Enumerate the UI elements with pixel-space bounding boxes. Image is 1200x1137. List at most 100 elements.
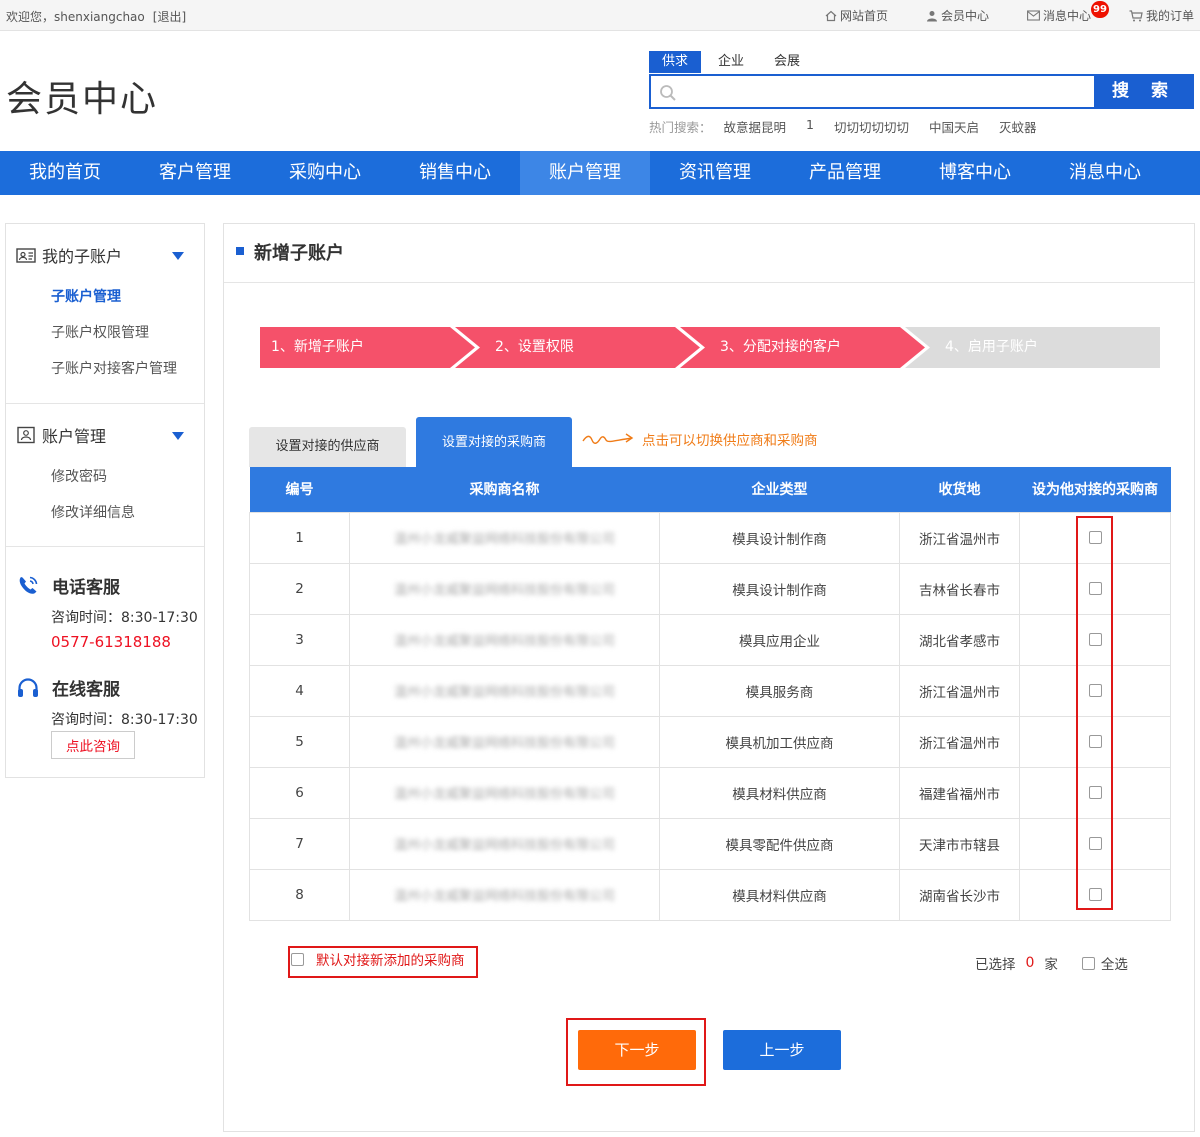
member-center-link[interactable]: 会员中心: [926, 7, 989, 24]
company-type: 模具设计制作商: [659, 562, 900, 615]
nav-sales[interactable]: 销售中心: [390, 151, 520, 195]
curly-arrow-icon: [582, 433, 634, 444]
nav-products[interactable]: 产品管理: [780, 151, 910, 195]
message-center-link[interactable]: 消息中心 99: [1027, 1, 1109, 24]
step-3: 3、分配对接的客户: [720, 339, 841, 355]
phone-number: 0577-61318188: [51, 633, 171, 651]
previous-step-button[interactable]: 上一步: [723, 1030, 841, 1070]
table-row: 6 温州小龙威聚益网络科技股份有限公司 模具材料供应商 福建省福州市: [249, 766, 1171, 819]
column-header: 编号: [249, 467, 350, 512]
buyer-name-cell: 温州小龙威聚益网络科技股份有限公司: [349, 664, 660, 717]
page-title: 新增子账户: [254, 243, 344, 264]
top-bar: 欢迎您，shenxiangchao [退出] 网站首页 会员中心 消息中心 99 …: [0, 0, 1200, 31]
search-input[interactable]: [649, 74, 1095, 109]
row-number: 1: [249, 511, 350, 564]
online-service-title: 在线客服: [16, 675, 120, 700]
select-all-label: 全选: [1100, 957, 1128, 973]
search-tab-supply[interactable]: 供求: [649, 51, 702, 73]
selected-suffix: 家: [1044, 957, 1058, 973]
buyer-name-cell: 温州小龙威聚益网络科技股份有限公司: [349, 562, 660, 615]
sidebar-group-header[interactable]: 我的子账户: [16, 244, 122, 266]
select-all[interactable]: 全选: [1081, 953, 1128, 973]
customer-service: 电话客服 咨询时间：8:30-17:30 0577-61318188 在线客服 …: [6, 547, 204, 777]
home-icon: [825, 10, 837, 21]
delivery-location: 浙江省温州市: [899, 664, 1020, 717]
buyer-name-cell: 温州小龙威聚益网络科技股份有限公司: [349, 766, 660, 819]
sidebar-item-change-password[interactable]: 修改密码: [51, 466, 107, 486]
site-home-link[interactable]: 网站首页: [825, 7, 888, 24]
sidebar-item-subaccount-customers[interactable]: 子账户对接客户管理: [51, 358, 177, 378]
logout-link[interactable]: [退出]: [153, 10, 186, 24]
search-tab-company[interactable]: 企业: [705, 51, 757, 73]
nav-blog[interactable]: 博客中心: [910, 151, 1040, 195]
company-type: 模具应用企业: [659, 613, 900, 666]
nav-news[interactable]: 资讯管理: [650, 151, 780, 195]
nav-customer[interactable]: 客户管理: [130, 151, 260, 195]
nav-messages[interactable]: 消息中心: [1040, 151, 1170, 195]
tab-hint-text: 点击可以切换供应商和采购商: [642, 433, 818, 449]
consult-button[interactable]: 点此咨询: [51, 731, 135, 759]
mail-icon: [1027, 10, 1040, 21]
column-header: 收货地: [899, 467, 1020, 512]
buyer-name-cell: 温州小龙威聚益网络科技股份有限公司: [349, 511, 660, 564]
company-type: 模具零配件供应商: [659, 817, 900, 870]
delivery-location: 湖北省孝感市: [899, 613, 1020, 666]
buyer-name-cell: 温州小龙威聚益网络科技股份有限公司: [349, 715, 660, 768]
hot-search-label: 热门搜索：: [649, 120, 712, 135]
expand-arrow-icon[interactable]: [172, 252, 184, 260]
hot-keyword[interactable]: 灭蚊器: [999, 117, 1037, 136]
sidebar: 我的子账户 子账户管理 子账户权限管理 子账户对接客户管理 账户管理 修改密码 …: [5, 223, 205, 778]
welcome-text: 欢迎您，shenxiangchao [退出]: [6, 8, 186, 25]
table-row: 2 温州小龙威聚益网络科技股份有限公司 模具设计制作商 吉林省长春市: [249, 562, 1171, 615]
phone-service-title: 电话客服: [16, 573, 120, 598]
buyer-name-cell: 温州小龙威聚益网络科技股份有限公司: [349, 613, 660, 666]
company-type: 模具机加工供应商: [659, 715, 900, 768]
buyer-table: 编号 采购商名称 企业类型 收货地 设为他对接的采购商 1 温州小龙威聚益网络科…: [249, 467, 1171, 921]
select-all-checkbox[interactable]: [1081, 956, 1095, 970]
sidebar-item-subaccount-manage[interactable]: 子账户管理: [51, 286, 121, 306]
buyer-name: 温州小龙威聚益网络科技股份有限公司: [393, 889, 615, 904]
sidebar-group-title: 我的子账户: [42, 247, 123, 266]
my-orders-label: 我的订单: [1145, 9, 1194, 23]
online-service-label: 在线客服: [52, 680, 120, 700]
sidebar-item-subaccount-permission[interactable]: 子账户权限管理: [51, 322, 149, 342]
table-header-row: 编号 采购商名称 企业类型 收货地 设为他对接的采购商: [249, 467, 1171, 512]
sidebar-item-edit-details[interactable]: 修改详细信息: [51, 502, 135, 522]
sidebar-group-header[interactable]: 账户管理: [16, 424, 106, 446]
tab-buyers[interactable]: 设置对接的采购商: [416, 417, 572, 467]
nav-account[interactable]: 账户管理: [520, 151, 650, 195]
hot-keyword[interactable]: 中国天启: [929, 117, 979, 136]
hot-keyword[interactable]: 1: [806, 117, 814, 136]
user-icon: [926, 10, 937, 21]
buyer-name: 温州小龙威聚益网络科技股份有限公司: [393, 787, 615, 802]
row-number: 7: [249, 817, 350, 870]
next-step-button[interactable]: 下一步: [578, 1030, 696, 1070]
phone-service-label: 电话客服: [52, 578, 120, 598]
expand-arrow-icon[interactable]: [172, 432, 184, 440]
hot-keyword[interactable]: 切切切切切切: [834, 117, 909, 136]
nav-purchase[interactable]: 采购中心: [260, 151, 390, 195]
phone-icon: [19, 576, 38, 594]
delivery-location: 浙江省温州市: [899, 715, 1020, 768]
buyer-name: 温州小龙威聚益网络科技股份有限公司: [393, 685, 615, 700]
nav-home[interactable]: 我的首页: [0, 151, 130, 195]
page-logo: 会员中心: [6, 79, 159, 120]
main-panel: 新增子账户 1、新增子账户 2、设置权限 3、分配对接的客户 4、启用子账户 设…: [223, 223, 1195, 1132]
tab-suppliers[interactable]: 设置对接的供应商: [249, 427, 406, 467]
step-progress: 1、新增子账户 2、设置权限 3、分配对接的客户 4、启用子账户: [260, 327, 1160, 368]
row-number: 3: [249, 613, 350, 666]
default-option[interactable]: 默认对接新添加的采购商: [291, 949, 465, 969]
tab-hint: 点击可以切换供应商和采购商: [582, 429, 818, 449]
table-row: 7 温州小龙威聚益网络科技股份有限公司 模具零配件供应商 天津市市辖县: [249, 817, 1171, 870]
company-type: 模具材料供应商: [659, 868, 900, 921]
profile-icon: [17, 426, 35, 444]
selection-summary: 已选择 0 家 全选: [975, 953, 1128, 973]
hot-keyword[interactable]: 故意据昆明: [724, 117, 787, 136]
member-center-label: 会员中心: [940, 9, 989, 23]
search-button[interactable]: 搜 索: [1094, 74, 1194, 109]
my-orders-link[interactable]: 我的订单: [1129, 7, 1194, 24]
headset-icon: [18, 677, 38, 697]
search-tab-exhibition[interactable]: 会展: [761, 51, 813, 73]
default-option-checkbox[interactable]: [291, 952, 304, 966]
company-type: 模具设计制作商: [659, 511, 900, 564]
